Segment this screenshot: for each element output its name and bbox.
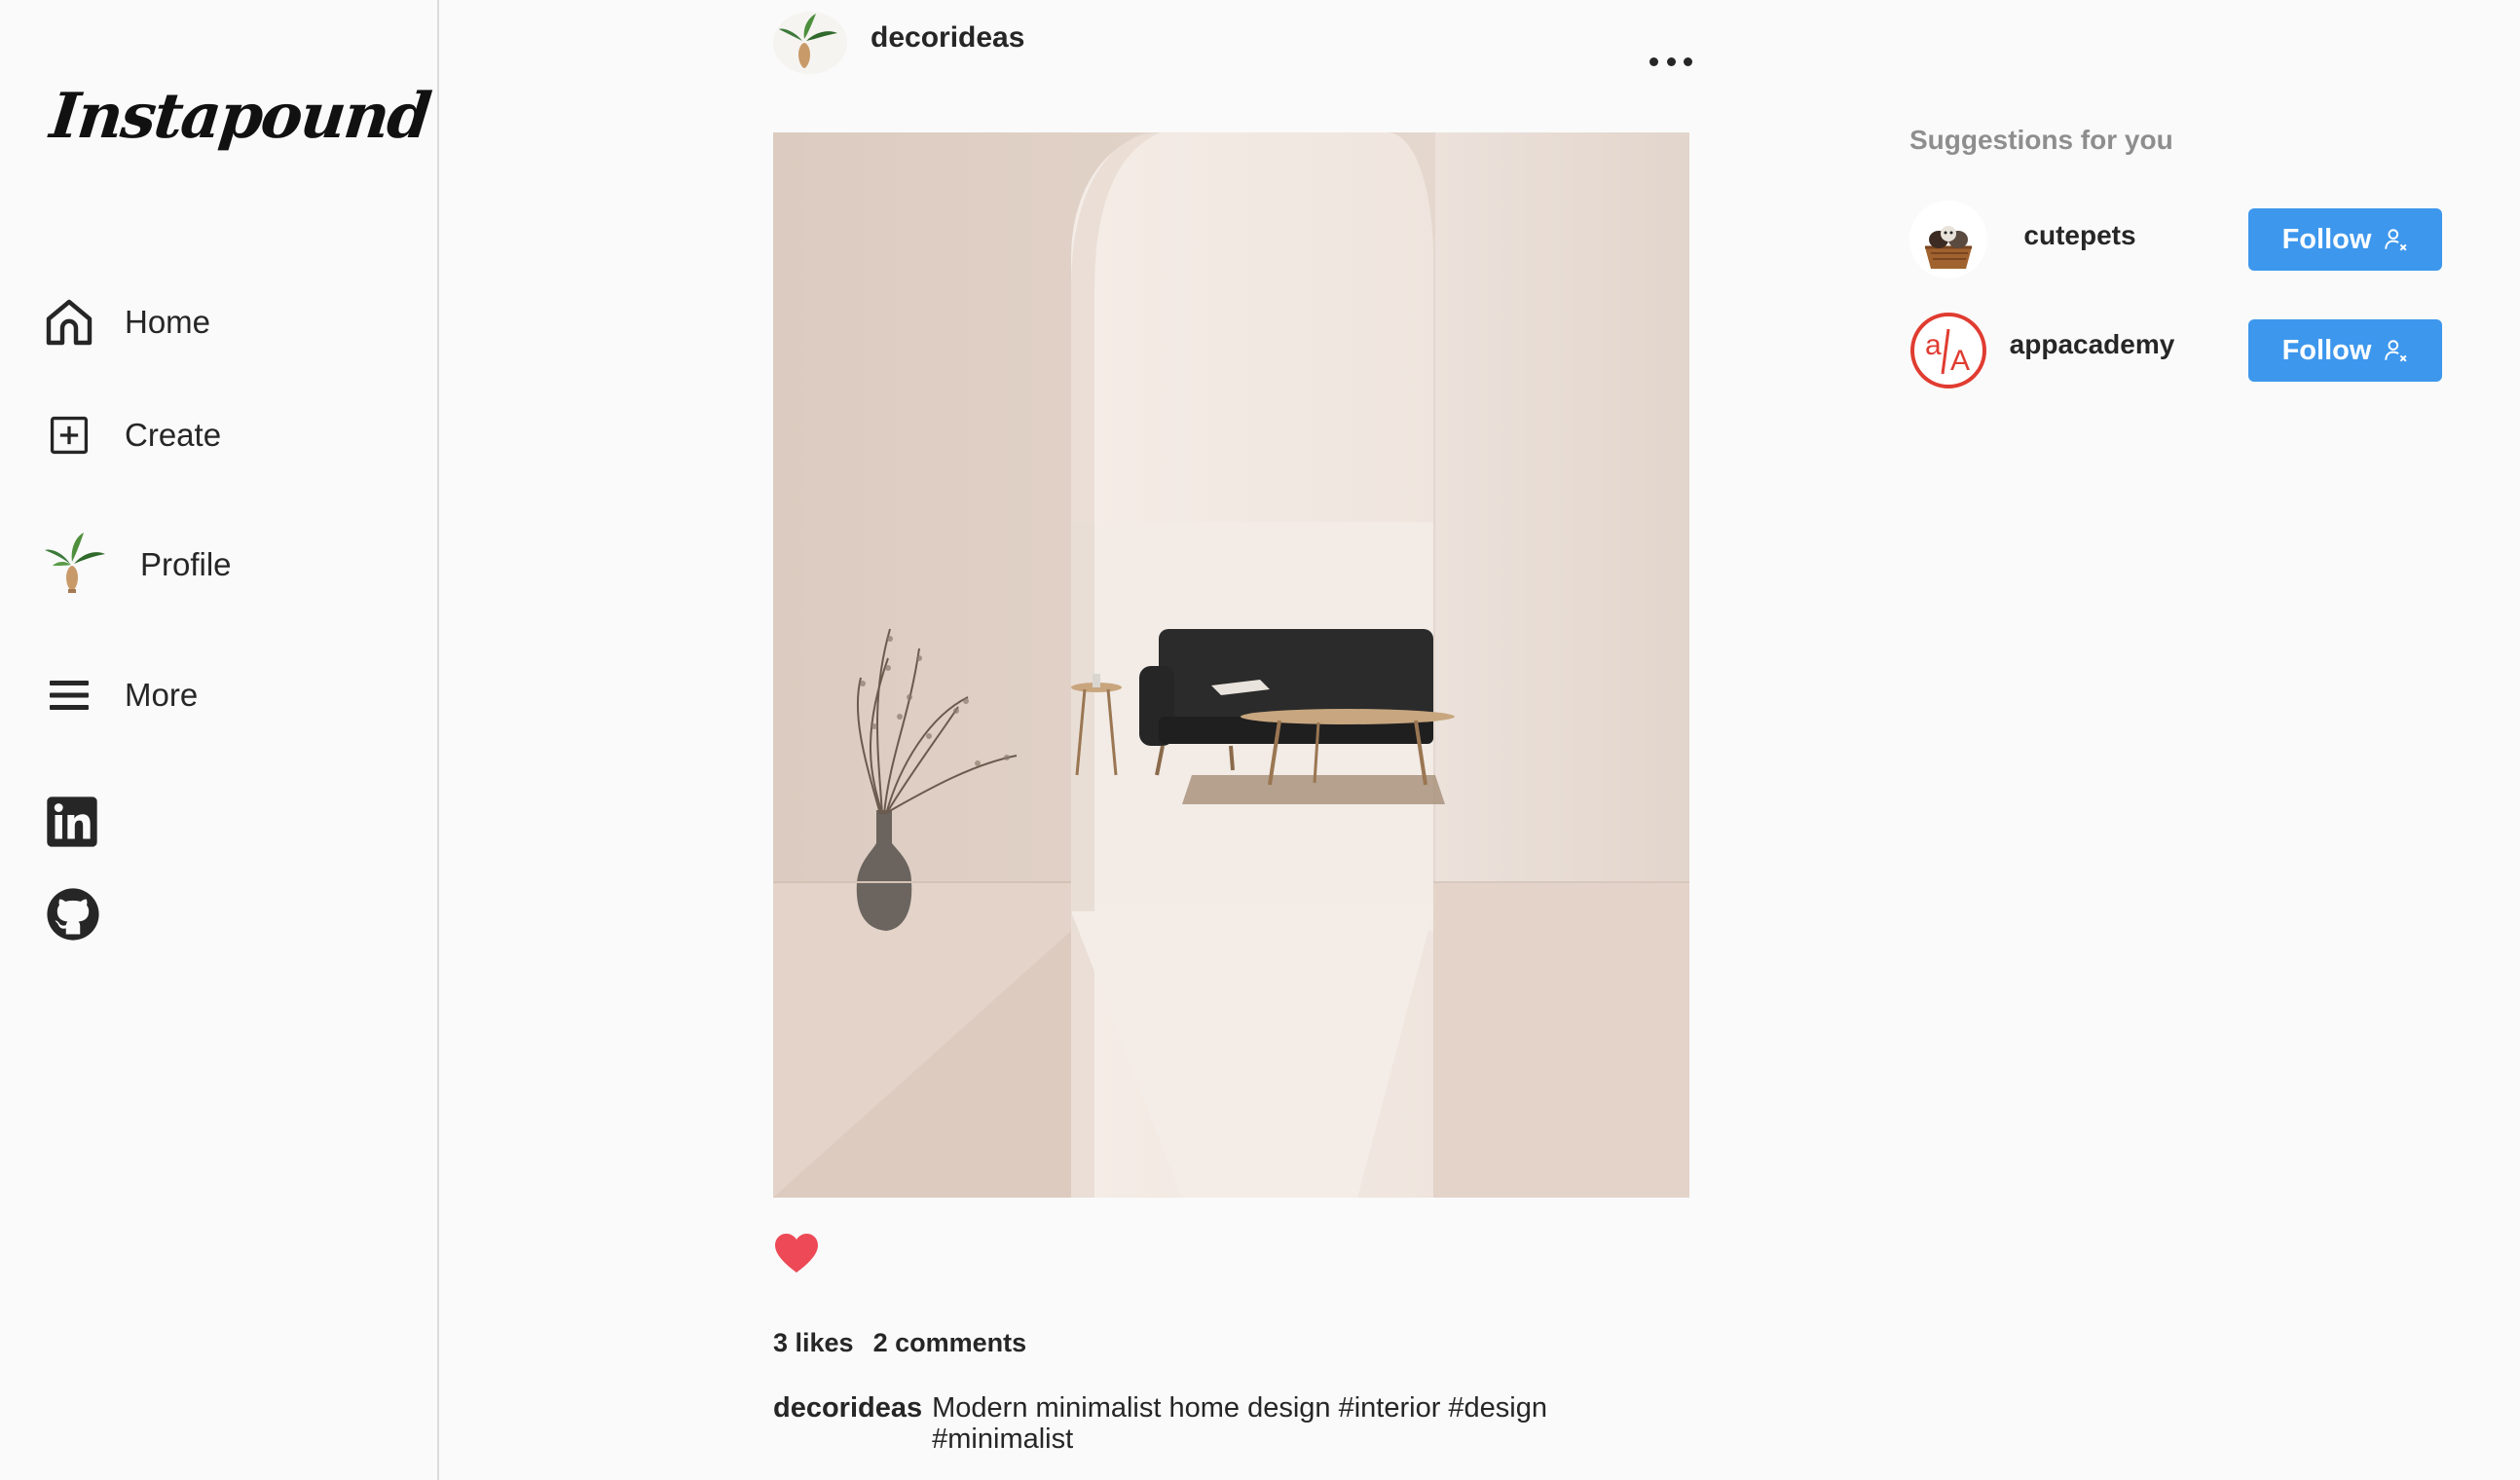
likes-count[interactable]: 3 likes: [773, 1328, 854, 1358]
svg-text:A: A: [1950, 345, 1970, 377]
follow-button-label: Follow: [2281, 223, 2372, 255]
sidebar-item-label: More: [125, 677, 199, 713]
post-header: decorideas: [773, 8, 1692, 76]
add-user-icon: [2385, 340, 2407, 362]
follow-button[interactable]: Follow: [2248, 208, 2442, 271]
sidebar-item-label: Profile: [140, 546, 232, 582]
suggestion-avatar[interactable]: a A: [1909, 312, 1987, 389]
suggestion-username[interactable]: cutepets: [2007, 220, 2153, 251]
post-username[interactable]: decorideas: [871, 21, 1024, 55]
home-icon: [41, 294, 97, 351]
sidebar-item-label: Create: [125, 417, 222, 453]
page: Instapound Home Create Profile More deco…: [0, 0, 2520, 1480]
sidebar-item-profile[interactable]: Profile: [41, 531, 232, 599]
caption-text: Modern minimalist home design #interior …: [932, 1392, 1548, 1455]
plus-square-icon: [41, 407, 97, 463]
suggestion-avatar[interactable]: [1909, 201, 1987, 278]
post-image[interactable]: [773, 132, 1689, 1198]
post-stats: 3 likes 2 comments: [773, 1328, 1026, 1358]
follow-button[interactable]: Follow: [2248, 319, 2442, 382]
app-logo[interactable]: Instapound: [47, 80, 433, 153]
suggestion-username[interactable]: appacademy: [1987, 329, 2197, 360]
sidebar-item-more[interactable]: More: [41, 661, 198, 729]
hamburger-icon: [41, 667, 97, 723]
sidebar: Instapound Home Create Profile More: [0, 0, 439, 1480]
suggestions-title: Suggestions for you: [1909, 125, 2173, 155]
github-icon[interactable]: [45, 886, 99, 941]
suggestion-item: a A appacademy Follow: [1909, 310, 2445, 391]
heart-icon[interactable]: [773, 1232, 820, 1275]
comments-count[interactable]: 2 comments: [873, 1328, 1027, 1358]
post-avatar[interactable]: [773, 12, 847, 74]
suggestion-item: cutepets Follow: [1909, 199, 2445, 280]
post-caption: decorideas Modern minimalist home design…: [773, 1392, 1649, 1455]
linkedin-icon[interactable]: [45, 795, 99, 849]
follow-button-label: Follow: [2281, 334, 2372, 366]
svg-text:a: a: [1925, 329, 1942, 361]
more-options-icon[interactable]: [1649, 47, 1692, 76]
sidebar-item-home[interactable]: Home: [41, 288, 210, 356]
sidebar-item-create[interactable]: Create: [41, 401, 221, 469]
add-user-icon: [2385, 229, 2407, 251]
profile-avatar: [41, 531, 113, 599]
sidebar-item-label: Home: [125, 304, 211, 340]
caption-username[interactable]: decorideas: [773, 1392, 922, 1455]
